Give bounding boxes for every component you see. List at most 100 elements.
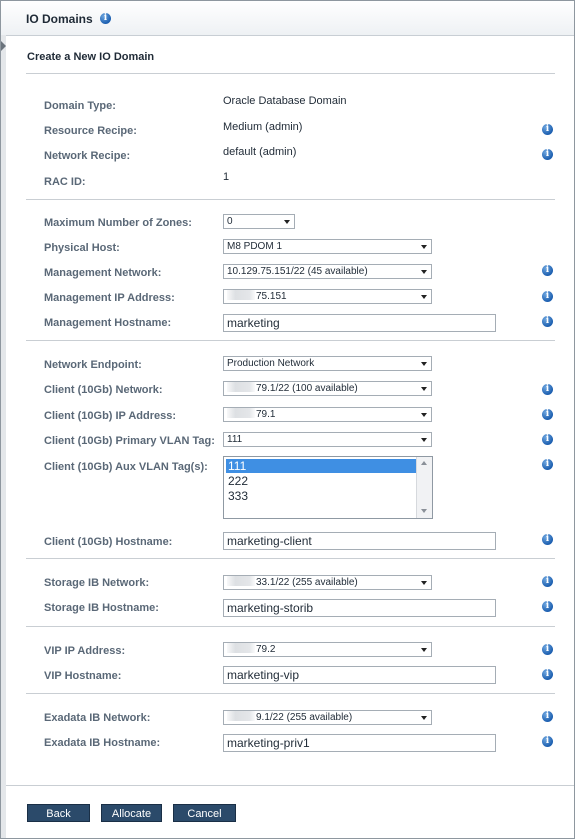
chevron-down-icon [421,438,427,442]
divider [26,626,555,627]
exadata-ib-network-value: 9.1/22 (255 available) [256,712,353,723]
divider [26,340,555,341]
chevron-down-icon [421,648,427,652]
chevron-down-icon [421,295,427,299]
client-ip-label: Client (10Gb) IP Address: [44,410,177,422]
vip-hostname-input[interactable] [223,666,496,684]
client-aux-vlan-listbox[interactable]: 111 222 333 [223,456,433,519]
client-network-label: Client (10Gb) Network: [44,384,163,396]
collapse-arrow-icon[interactable] [1,41,6,51]
info-icon[interactable]: i [542,291,553,302]
list-item[interactable]: 333 [226,489,417,503]
management-hostname-label: Management Hostname: [44,317,172,329]
info-icon[interactable]: i [542,459,553,470]
vip-ip-label: VIP IP Address: [44,645,126,657]
resource-recipe-label: Resource Recipe: [44,125,137,137]
network-recipe-value: default (admin) [223,146,297,158]
redacted-text [227,643,255,653]
network-endpoint-value: Production Network [227,358,315,369]
vip-ip-select[interactable]: 79.2 [223,642,432,657]
info-icon[interactable]: i [542,644,553,655]
storage-ib-network-value: 33.1/22 (255 available) [256,577,358,588]
info-icon[interactable]: i [100,13,111,24]
management-ip-label: Management IP Address: [44,292,175,304]
redacted-text [227,382,255,392]
divider [26,558,555,559]
management-network-select[interactable]: 10.129.75.151/22 (45 available) [223,264,432,279]
rac-id-value: 1 [223,171,230,183]
vip-hostname-label: VIP Hostname: [44,670,122,682]
management-network-label: Management Network: [44,267,162,279]
info-icon[interactable]: i [542,534,553,545]
physical-host-select[interactable]: M8 PDOM 1 [223,239,432,254]
io-domains-window: IO Domains i Create a New IO Domain Doma… [0,0,575,839]
max-zones-label: Maximum Number of Zones: [44,217,192,229]
list-item[interactable]: 111 [226,459,417,473]
list-item[interactable]: 222 [226,474,417,488]
chevron-down-icon [421,716,427,720]
info-icon[interactable]: i [542,736,553,747]
listbox-scrollbar[interactable] [416,457,432,518]
info-icon[interactable]: i [542,434,553,445]
redacted-text [227,408,255,418]
client-aux-vlan-label: Client (10Gb) Aux VLAN Tag(s): [44,461,208,473]
info-icon[interactable]: i [542,316,553,327]
scroll-down-icon[interactable] [421,509,427,513]
management-hostname-input[interactable] [223,314,496,332]
client-ip-select[interactable]: 79.1 [223,407,432,422]
info-icon[interactable]: i [542,711,553,722]
info-icon[interactable]: i [542,124,553,135]
chevron-down-icon [421,413,427,417]
chevron-down-icon [284,220,290,224]
info-icon[interactable]: i [542,149,553,160]
client-network-select[interactable]: 79.1/22 (100 available) [223,381,432,396]
network-endpoint-select[interactable]: Production Network [223,356,432,371]
max-zones-value: 0 [227,216,233,227]
domain-type-label: Domain Type: [44,100,116,112]
divider [26,73,555,74]
redacted-text [227,290,255,300]
info-icon[interactable]: i [542,384,553,395]
rac-id-label: RAC ID: [44,176,86,188]
info-icon[interactable]: i [542,409,553,420]
management-ip-value: 75.151 [256,291,287,302]
info-icon[interactable]: i [542,265,553,276]
info-icon[interactable]: i [542,601,553,612]
management-ip-select[interactable]: 75.151 [223,289,432,304]
back-button[interactable]: Back [27,804,90,822]
exadata-ib-network-select[interactable]: 9.1/22 (255 available) [223,710,432,725]
physical-host-value: M8 PDOM 1 [227,241,283,252]
client-hostname-label: Client (10Gb) Hostname: [44,536,173,548]
physical-host-label: Physical Host: [44,242,120,254]
window-title: IO Domains [26,12,93,26]
left-panel-edge [1,35,6,838]
redacted-text [227,576,255,586]
chevron-down-icon [421,270,427,274]
max-zones-select[interactable]: 0 [223,214,295,229]
client-network-value: 79.1/22 (100 available) [256,383,358,394]
exadata-ib-hostname-input[interactable] [223,734,496,752]
client-primary-vlan-select[interactable]: 111 [223,432,432,447]
client-primary-vlan-value: 111 [227,434,243,445]
storage-ib-network-select[interactable]: 33.1/22 (255 available) [223,575,432,590]
divider [26,693,555,694]
cancel-button[interactable]: Cancel [173,804,236,822]
scroll-up-icon[interactable] [421,461,427,465]
chevron-down-icon [421,387,427,391]
allocate-button[interactable]: Allocate [101,804,162,822]
divider [26,199,555,200]
info-icon[interactable]: i [542,669,553,680]
client-primary-vlan-label: Client (10Gb) Primary VLAN Tag: [44,435,215,447]
domain-type-value: Oracle Database Domain [223,95,347,107]
storage-ib-hostname-input[interactable] [223,599,496,617]
network-recipe-label: Network Recipe: [44,150,131,162]
info-icon[interactable]: i [542,576,553,587]
resource-recipe-value: Medium (admin) [223,121,303,133]
client-ip-value: 79.1 [256,409,276,420]
title-bar: IO Domains i [1,1,574,36]
client-hostname-input[interactable] [223,532,496,550]
divider [6,785,574,786]
management-network-value: 10.129.75.151/22 (45 available) [227,266,368,277]
chevron-down-icon [421,362,427,366]
exadata-ib-network-label: Exadata IB Network: [44,712,151,724]
